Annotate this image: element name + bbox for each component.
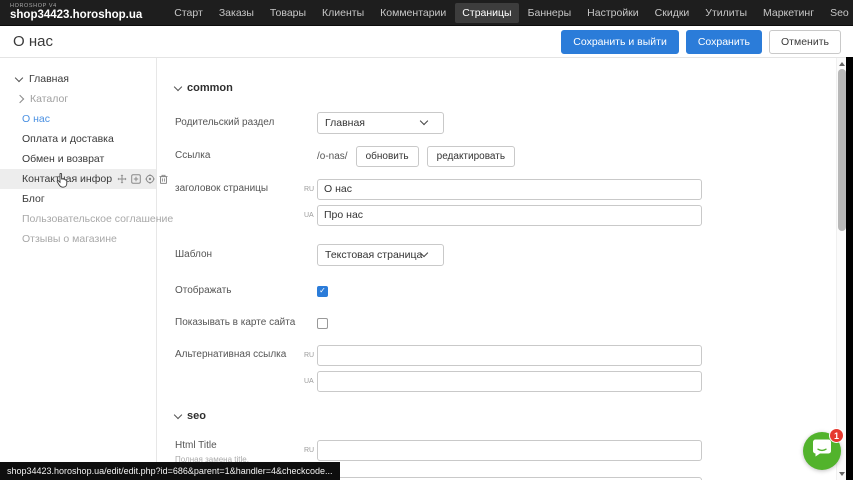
- nav-item-banners[interactable]: Баннеры: [521, 3, 579, 23]
- tree-item-obmen-i-vozvrat[interactable]: Обмен и возврат: [0, 149, 156, 169]
- nav-item-seo[interactable]: Seo: [823, 3, 853, 23]
- cancel-button[interactable]: Отменить: [769, 30, 841, 54]
- tree-item-glavnaya[interactable]: Главная: [0, 69, 156, 89]
- alt-link-label: Альтернативная ссылка: [175, 349, 303, 362]
- nav-item-clients[interactable]: Клиенты: [315, 3, 371, 23]
- save-and-exit-button[interactable]: Сохранить и выйти: [561, 30, 679, 54]
- page-title-ua-row: UA: [175, 204, 718, 226]
- chat-bubble-icon: [811, 439, 833, 464]
- tree-item-oplata-i-dostavka[interactable]: Оплата и доставка: [0, 129, 156, 149]
- link-edit-button[interactable]: редактировать: [427, 146, 515, 167]
- topbar: HOROSHOP V4 shop34423.horoshop.ua Старт …: [0, 0, 853, 26]
- page-title-ua-input[interactable]: [317, 205, 702, 226]
- alt-link-ua-input[interactable]: [317, 371, 702, 392]
- lang-tag-ua: UA: [303, 378, 317, 385]
- nav-item-pages[interactable]: Страницы: [455, 3, 518, 23]
- header-buttons: Сохранить и выйти Сохранить Отменить: [561, 30, 853, 54]
- nav-item-marketing[interactable]: Маркетинг: [756, 3, 821, 23]
- browser-link-status-tooltip: shop34423.horoshop.ua/edit/edit.php?id=6…: [0, 462, 340, 480]
- scrollbar-thumb[interactable]: [838, 69, 846, 231]
- chevron-right-icon[interactable]: [16, 95, 24, 103]
- tree-item-label: Каталог: [30, 93, 68, 105]
- move-icon[interactable]: [117, 174, 127, 184]
- nav-item-start[interactable]: Старт: [167, 3, 210, 23]
- parent-section-select[interactable]: Главная: [317, 112, 444, 134]
- alt-link-ru-input[interactable]: [317, 345, 702, 366]
- sitemap-label: Показывать в карте сайта: [175, 317, 303, 330]
- alt-link-ru-row: Альтернативная ссылка RU: [175, 344, 718, 366]
- sitemap-row: Показывать в карте сайта: [175, 312, 718, 334]
- lang-tag-ua: UA: [303, 212, 317, 219]
- brand-domain-label: shop34423.horoshop.ua: [10, 10, 142, 22]
- link-row: Ссылка /o-nas/ обновить редактировать: [175, 145, 718, 167]
- page-header: О нас Сохранить и выйти Сохранить Отмени…: [0, 26, 853, 58]
- tree-item-blog[interactable]: Блог: [0, 189, 156, 209]
- tree-item-label: Оплата и доставка: [22, 133, 114, 145]
- link-path-value: /o-nas/: [317, 151, 348, 162]
- html-title-label: Html Title: [175, 440, 303, 453]
- template-label: Шаблон: [175, 249, 303, 262]
- tree-item-polzovatelskoe-soglashenie[interactable]: Пользовательское соглашение: [0, 209, 156, 229]
- tree-item-otzyvy-o-magazine[interactable]: Отзывы о магазине: [0, 229, 156, 249]
- section-seo-title: seo: [187, 410, 206, 422]
- tree-item-katalog[interactable]: Каталог: [0, 89, 156, 109]
- page-edit-form: common Родительский раздел Главная Ссылк…: [158, 58, 718, 480]
- pages-tree-sidebar: Главная Каталог О нас Оплата и доставка …: [0, 58, 157, 480]
- add-page-icon[interactable]: [131, 174, 141, 184]
- tree-item-o-nas[interactable]: О нас: [0, 109, 156, 129]
- parent-section-row: Родительский раздел Главная: [175, 112, 718, 134]
- parent-section-selected-value: Главная: [325, 117, 365, 129]
- section-common-title: common: [187, 82, 233, 94]
- tree-item-label: Контактная инфор: [22, 173, 112, 185]
- template-row: Шаблон Текстовая страница: [175, 244, 718, 266]
- chat-unread-badge: 1: [829, 428, 844, 443]
- lang-tag-ru: RU: [303, 186, 317, 193]
- vertical-scrollbar[interactable]: [836, 58, 846, 480]
- sitemap-checkbox[interactable]: [317, 318, 328, 329]
- template-select[interactable]: Текстовая страница: [317, 244, 444, 266]
- settings-gear-icon[interactable]: [145, 174, 155, 184]
- tree-item-kontaktnaya-infor[interactable]: Контактная инфор: [0, 169, 156, 189]
- main-nav: Старт Заказы Товары Клиенты Комментарии …: [166, 0, 853, 25]
- section-common-header[interactable]: common: [175, 82, 718, 94]
- page-title-ru-input[interactable]: [317, 179, 702, 200]
- nav-item-orders[interactable]: Заказы: [212, 3, 261, 23]
- save-button[interactable]: Сохранить: [686, 30, 762, 54]
- parent-section-label: Родительский раздел: [175, 117, 303, 130]
- tree-item-label: Обмен и возврат: [22, 153, 104, 165]
- nav-item-products[interactable]: Товары: [263, 3, 313, 23]
- link-refresh-button[interactable]: обновить: [356, 146, 419, 167]
- nav-item-utilities[interactable]: Утилиты: [698, 3, 754, 23]
- lang-tag-ru: RU: [303, 352, 317, 359]
- alt-link-ua-row: UA: [175, 370, 718, 392]
- display-checkbox[interactable]: ✓: [317, 286, 328, 297]
- chevron-down-icon: [174, 410, 182, 418]
- display-row: Отображать ✓: [175, 280, 718, 302]
- section-seo-header[interactable]: seo: [175, 410, 718, 422]
- chevron-down-icon: [420, 117, 428, 125]
- chevron-down-icon: [174, 82, 182, 90]
- template-selected-value: Текстовая страница: [325, 249, 422, 261]
- page-title-ru-row: заголовок страницы RU: [175, 178, 718, 200]
- nav-item-discounts[interactable]: Скидки: [648, 3, 697, 23]
- page-title: О нас: [0, 33, 53, 50]
- link-label: Ссылка: [175, 150, 303, 163]
- tree-item-label: О нас: [22, 113, 50, 125]
- chevron-down-icon[interactable]: [15, 73, 23, 81]
- tree-item-label: Главная: [29, 73, 69, 85]
- tree-item-label: Пользовательское соглашение: [22, 213, 173, 225]
- nav-item-comments[interactable]: Комментарии: [373, 3, 453, 23]
- brand-logo[interactable]: HOROSHOP V4 shop34423.horoshop.ua: [0, 4, 142, 22]
- page-title-label: заголовок страницы: [175, 183, 303, 196]
- lang-tag-ru: RU: [303, 440, 317, 454]
- chat-widget-button[interactable]: 1: [803, 432, 841, 470]
- html-title-ru-input[interactable]: [317, 440, 702, 461]
- tree-item-label: Блог: [22, 193, 45, 205]
- tree-item-label: Отзывы о магазине: [22, 233, 117, 245]
- nav-item-settings[interactable]: Настройки: [580, 3, 646, 23]
- screen-edge-black-strip: [846, 57, 853, 480]
- display-label: Отображать: [175, 285, 303, 298]
